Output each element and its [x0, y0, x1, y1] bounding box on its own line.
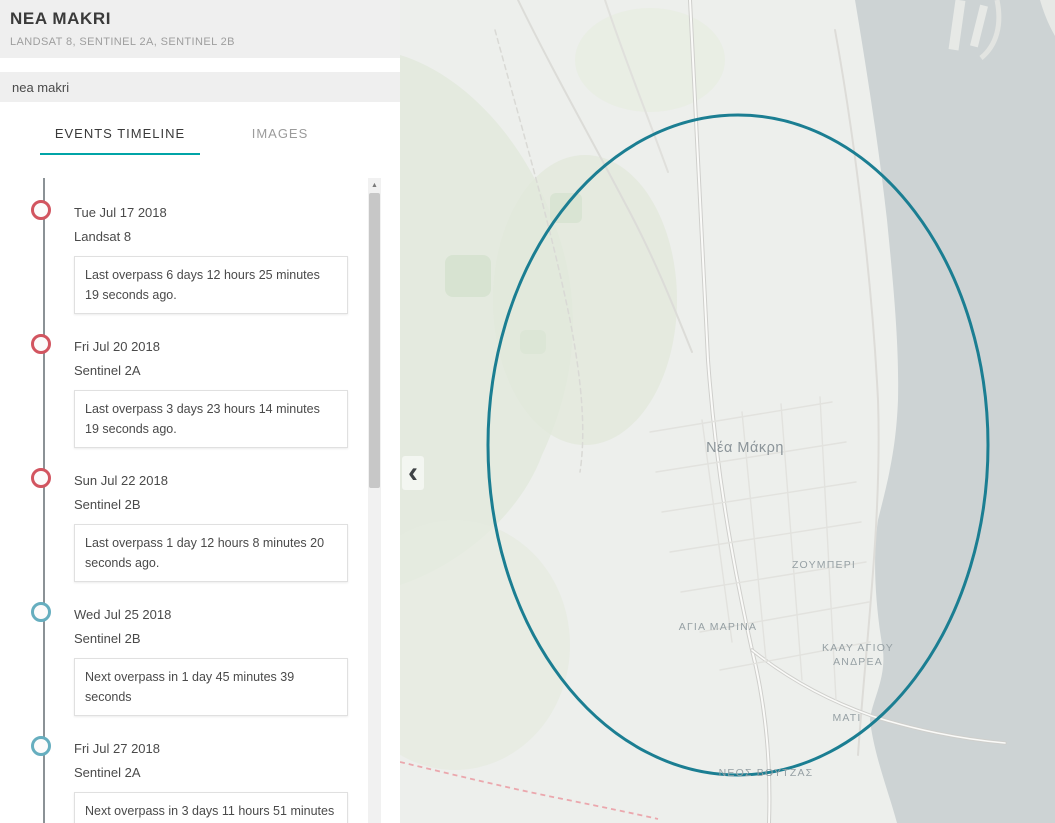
event-card: Last overpass 6 days 12 hours 25 minutes…: [74, 256, 348, 314]
scrollbar-up-arrow-icon[interactable]: ▲: [368, 178, 381, 192]
scrollbar-thumb[interactable]: [369, 193, 380, 488]
event-date: Wed Jul 25 2018: [74, 607, 172, 622]
timeline-event[interactable]: Fri Jul 27 2018 Sentinel 2A Next overpas…: [31, 736, 348, 823]
event-card: Last overpass 3 days 23 hours 14 minutes…: [74, 390, 348, 448]
sidebar-collapse-chevron-icon[interactable]: ‹: [402, 456, 424, 490]
app-window: NEA MAKRI LANDSAT 8, SENTINEL 2A, SENTIN…: [0, 0, 1055, 823]
event-satellite: Sentinel 2A: [74, 765, 141, 780]
future-event-dot-icon: [31, 736, 51, 756]
events-list: Tue Jul 17 2018 Landsat 8 Last overpass …: [0, 178, 368, 823]
timeline-event[interactable]: Tue Jul 17 2018 Landsat 8 Last overpass …: [31, 200, 348, 314]
map-label-neos-voutzas: ΝΕΟΣ ΒΟΥΤΖΑΣ: [719, 767, 814, 779]
event-message: Last overpass 3 days 23 hours 14 minutes…: [85, 402, 320, 436]
map-label-agia-marina: ΑΓΙΑ ΜΑΡΙΝΑ: [679, 621, 758, 633]
timeline-event[interactable]: Sun Jul 22 2018 Sentinel 2B Last overpas…: [31, 468, 348, 582]
past-event-dot-icon: [31, 334, 51, 354]
event-message: Last overpass 6 days 12 hours 25 minutes…: [85, 268, 320, 302]
event-message: Last overpass 1 day 12 hours 8 minutes 2…: [85, 536, 325, 570]
map-svg: Νέα Μάκρη ΖΟΥΜΠΕΡΙ ΑΓΙΑ ΜΑΡΙΝΑ ΚΑΑΥ ΑΓΙΟ…: [340, 0, 1055, 823]
timeline-line: [43, 178, 45, 823]
map-label-zoumperi: ΖΟΥΜΠΕΡΙ: [792, 559, 856, 571]
event-message: Next overpass in 3 days 11 hours 51 minu…: [85, 804, 335, 818]
timeline-event[interactable]: Wed Jul 25 2018 Sentinel 2B Next overpas…: [31, 602, 348, 716]
sidebar-header: NEA MAKRI LANDSAT 8, SENTINEL 2A, SENTIN…: [0, 0, 400, 58]
search-bar: [0, 72, 400, 102]
satellites-subtitle: LANDSAT 8, SENTINEL 2A, SENTINEL 2B: [10, 36, 235, 48]
tab-events-timeline[interactable]: EVENTS TIMELINE: [40, 120, 200, 155]
timeline-event[interactable]: Fri Jul 20 2018 Sentinel 2A Last overpas…: [31, 334, 348, 448]
event-date: Fri Jul 27 2018: [74, 741, 160, 756]
sidebar: NEA MAKRI LANDSAT 8, SENTINEL 2A, SENTIN…: [0, 0, 400, 823]
event-date: Fri Jul 20 2018: [74, 339, 160, 354]
event-satellite: Sentinel 2B: [74, 631, 141, 646]
map-canvas[interactable]: ‹ Νέα Μάκρη ΖΟΥΜΠΕΡΙ ΑΓΙΑ ΜΑΡΙΝΑ ΚΑΑΥ ΑΓ…: [340, 0, 1055, 823]
event-satellite: Sentinel 2B: [74, 497, 141, 512]
past-event-dot-icon: [31, 200, 51, 220]
map-label-andrea: ΑΝΔΡΕΑ: [833, 656, 883, 668]
event-satellite: Landsat 8: [74, 229, 132, 244]
event-satellite: Sentinel 2A: [74, 363, 141, 378]
map-label-nea-makri: Νέα Μάκρη: [706, 440, 784, 456]
events-timeline: Tue Jul 17 2018 Landsat 8 Last overpass …: [0, 178, 368, 823]
event-card: Next overpass in 3 days 11 hours 51 minu…: [74, 792, 348, 823]
search-input[interactable]: [0, 79, 400, 95]
event-card: Next overpass in 1 day 45 minutes 39 sec…: [74, 658, 348, 716]
map-label-kaay-agiou: ΚΑΑΥ ΑΓΙΟΥ: [822, 642, 894, 654]
future-event-dot-icon: [31, 602, 51, 622]
page-title: NEA MAKRI: [10, 9, 112, 28]
event-card: Last overpass 1 day 12 hours 8 minutes 2…: [74, 524, 348, 582]
event-message: Next overpass in 1 day 45 minutes 39 sec…: [85, 670, 295, 704]
event-date: Tue Jul 17 2018: [74, 205, 167, 220]
event-date: Sun Jul 22 2018: [74, 473, 168, 488]
map-label-mati: ΜΑΤΙ: [832, 712, 861, 724]
past-event-dot-icon: [31, 468, 51, 488]
tab-images[interactable]: IMAGES: [200, 120, 360, 155]
tab-bar: EVENTS TIMELINE IMAGES: [0, 102, 400, 155]
timeline-scrollbar[interactable]: ▲: [368, 178, 381, 823]
